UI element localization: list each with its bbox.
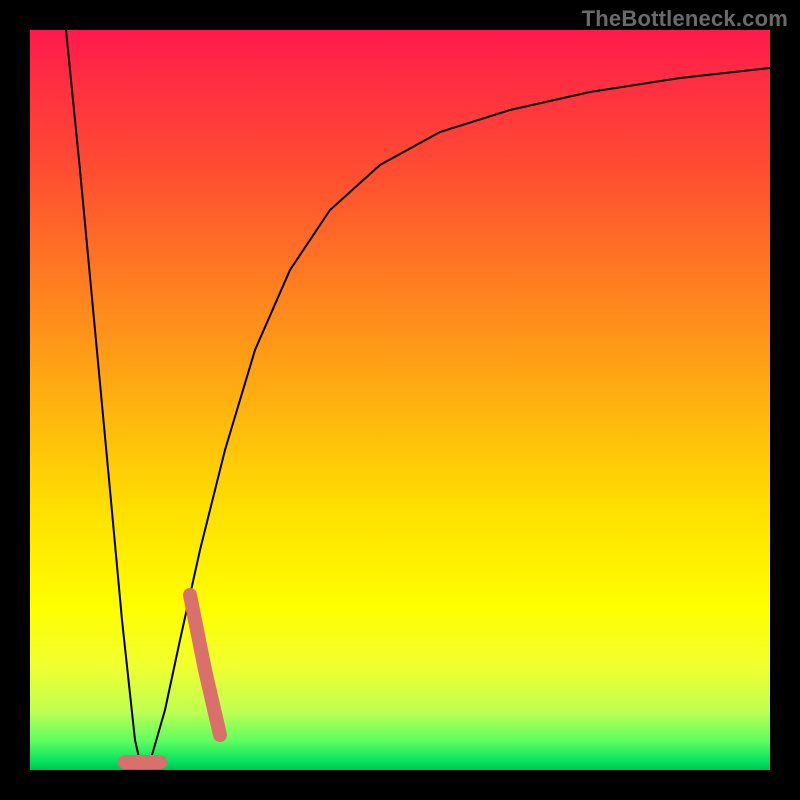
series-right-branch xyxy=(150,68,770,762)
chart-frame: TheBottleneck.com xyxy=(0,0,800,800)
series-left-branch xyxy=(66,30,140,762)
chart-svg xyxy=(30,30,770,770)
plot-area xyxy=(30,30,770,770)
watermark-text: TheBottleneck.com xyxy=(582,6,788,32)
series-highlight-segment xyxy=(190,595,220,735)
